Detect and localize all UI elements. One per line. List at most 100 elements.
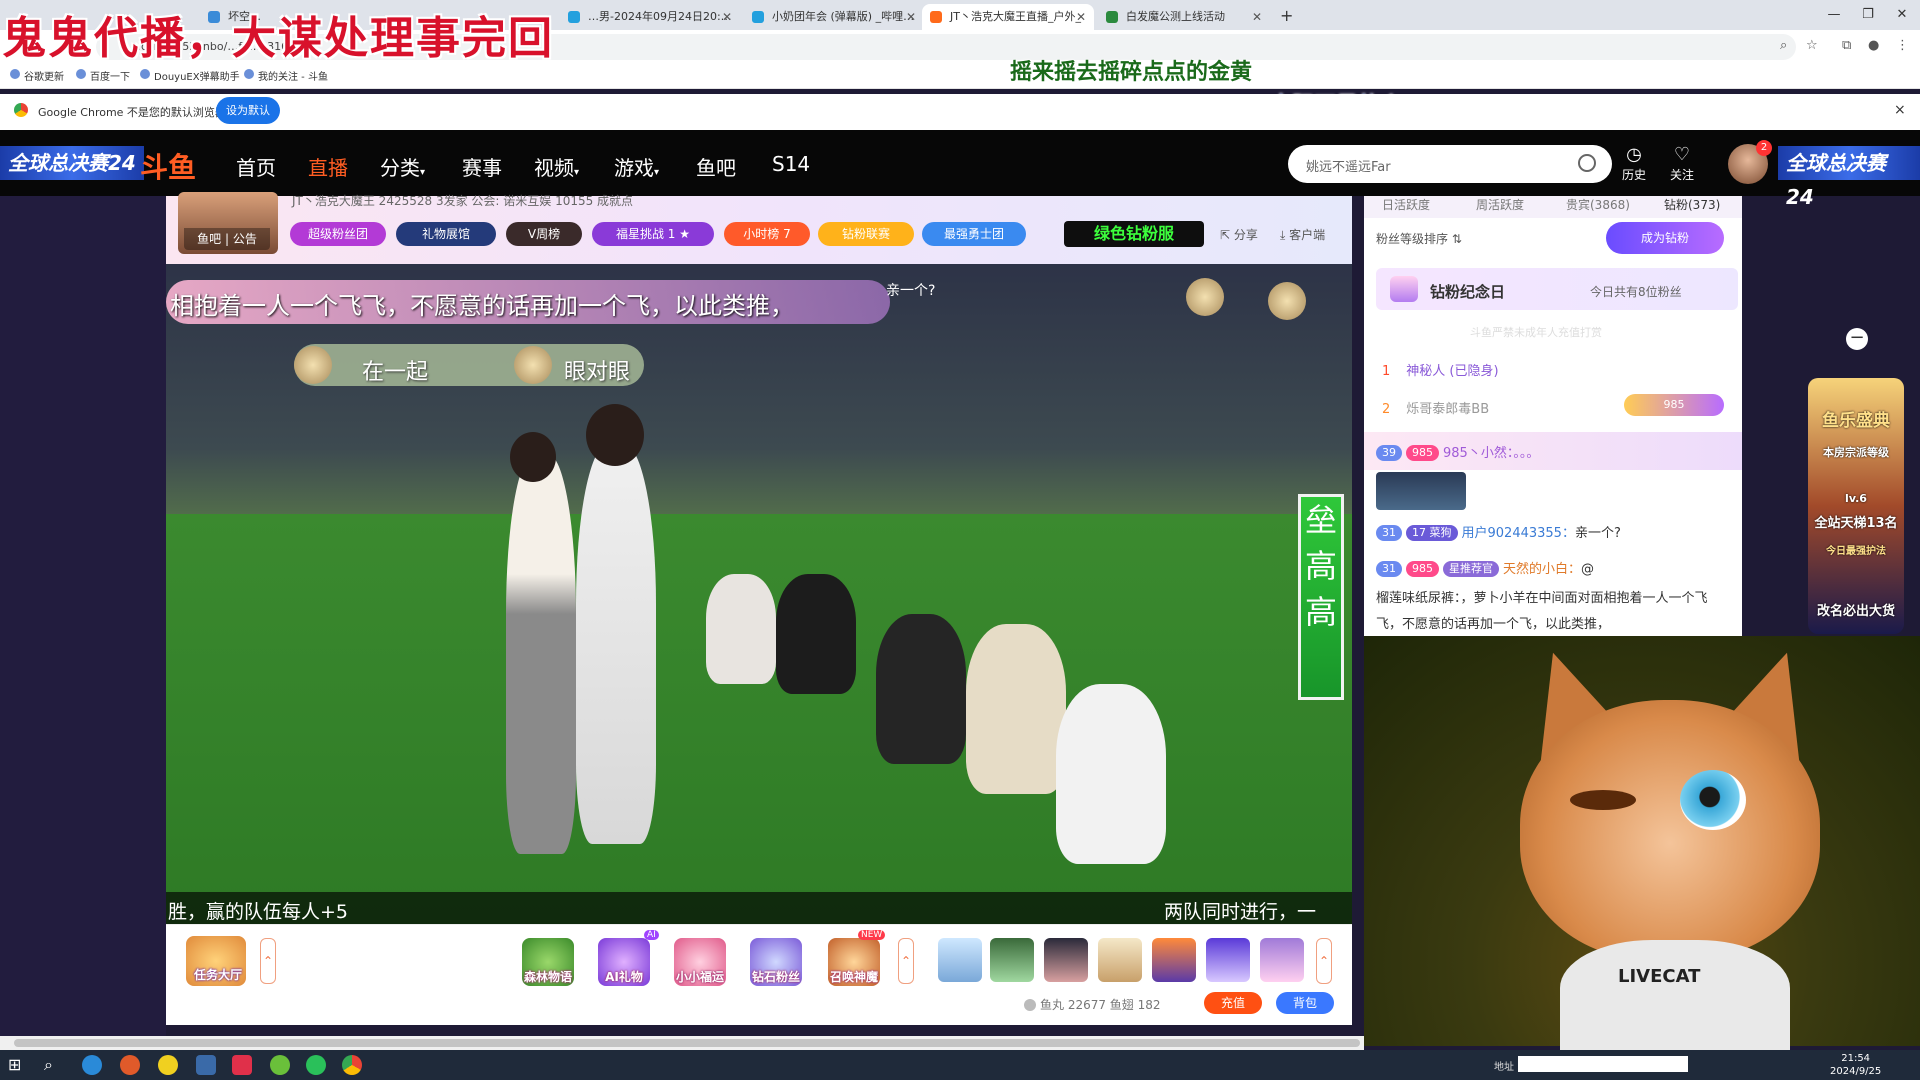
fan-sort-toggle[interactable]: 粉丝等级排序 ⇅ — [1376, 230, 1462, 247]
tab-diamond[interactable]: 钻粉(373) — [1664, 196, 1720, 213]
tab-close-icon[interactable]: ✕ — [906, 4, 916, 30]
bookmark-star-icon[interactable]: ☆ — [1806, 38, 1818, 53]
chat-message: 31 17 菜狗 用户902443355：亲一个? — [1376, 522, 1621, 541]
currency-balance: 鱼丸 22677 鱼翅 182 — [1024, 996, 1161, 1013]
expand-arrow-icon[interactable]: ⌃ — [1316, 938, 1332, 984]
widget-title: 鱼乐盛典 — [1822, 411, 1890, 431]
nav-video[interactable]: 视频▾ — [534, 152, 579, 181]
event-badge[interactable]: 全球总决赛24 — [0, 146, 144, 180]
clock-icon: ◷ — [1626, 144, 1642, 165]
rank-row[interactable]: 2 烁哥泰郎毒BB — [1382, 398, 1489, 417]
infobar-close-icon[interactable]: × — [1894, 102, 1906, 118]
gift-tile[interactable] — [938, 938, 982, 982]
video-caption-text: 相抱着一人一个飞飞，不愿意的话再加一个飞，以此类推， — [170, 292, 794, 320]
event-badge[interactable]: 全球总决赛24 — [1778, 146, 1920, 209]
history-button[interactable]: ◷ 历史 — [1614, 144, 1654, 183]
nav-live[interactable]: 直播 — [308, 152, 348, 181]
nav-home[interactable]: 首页 — [236, 152, 276, 181]
gift-tile[interactable] — [990, 938, 1034, 982]
taskbar-clock[interactable]: 21:54 2024/9/25 — [1830, 1052, 1881, 1078]
zoom-icon[interactable]: ⌕ — [1780, 38, 1787, 53]
browser-tab-active[interactable]: JT丶浩克大魔王直播_户外_ ✕ — [922, 4, 1094, 30]
minimize-button[interactable]: — — [1816, 0, 1852, 30]
medal-icon — [1268, 282, 1306, 320]
profile-icon[interactable]: ● — [1868, 38, 1879, 53]
app-icon[interactable] — [196, 1055, 216, 1075]
become-diamond-button[interactable]: 成为钻粉 — [1606, 222, 1724, 254]
set-default-button[interactable]: 设为默认 — [216, 97, 280, 124]
app-icon[interactable] — [232, 1055, 252, 1075]
tab-close-icon[interactable]: ✕ — [1076, 4, 1086, 30]
search-icon[interactable] — [1578, 154, 1596, 172]
scrollbar-thumb[interactable] — [14, 1039, 1360, 1047]
tab-close-icon[interactable]: ✕ — [1252, 4, 1262, 30]
bookmark-item[interactable]: 谷歌更新 — [10, 68, 64, 83]
douyu-logo[interactable]: 斗鱼 — [140, 146, 196, 186]
room-tabs[interactable]: 鱼吧 | 公告 — [184, 228, 270, 250]
tab-weekly[interactable]: 周活跃度 — [1476, 196, 1524, 213]
follow-button[interactable]: ♡ 关注 — [1662, 144, 1702, 183]
gift-label: 森林物语 — [523, 970, 572, 984]
ai-tag: AI — [644, 930, 659, 940]
extensions-icon[interactable]: ⧉ — [1842, 38, 1851, 53]
gift-tile[interactable] — [1098, 938, 1142, 982]
nav-games[interactable]: 游戏▾ — [614, 152, 659, 181]
lucky-challenge-pill[interactable]: 福星挑战 1 ★ — [592, 222, 714, 246]
fan-club-pill[interactable]: 超级粉丝团 — [290, 222, 386, 246]
hour-rank-pill[interactable]: 小时榜 7 — [724, 222, 810, 246]
bookmark-item[interactable]: 我的关注 - 斗鱼 — [244, 68, 328, 83]
video-side-banner: 垒高高 — [1298, 494, 1344, 700]
gift-tile[interactable] — [1044, 938, 1088, 982]
new-tab-button[interactable]: + — [1280, 6, 1293, 25]
video-label: 眼对眼 — [564, 360, 631, 385]
app-icon[interactable] — [120, 1055, 140, 1075]
gift-tile[interactable] — [1206, 938, 1250, 982]
green-diamond-pill[interactable]: 绿色钻粉服 — [1064, 221, 1204, 247]
share-button[interactable]: ⇱ 分享 — [1220, 226, 1258, 243]
browser-tab[interactable]: 白发魔公测上线活动 ✕ — [1098, 4, 1270, 30]
chat-message-long: 榴莲味纸尿裤：，萝卜小羊在中间面对面相抱着一人一个飞飞，不愿意的话再加一个飞，以… — [1376, 591, 1708, 632]
search-input[interactable]: 姚远不遥远Far — [1306, 156, 1391, 175]
menu-icon[interactable]: ⋮ — [1896, 38, 1909, 53]
task-hall-label[interactable]: 任务大厅 — [182, 966, 254, 983]
gift-tile[interactable] — [1152, 938, 1196, 982]
tab-daily[interactable]: 日活跃度 — [1382, 196, 1430, 213]
bookmark-item[interactable]: 百度一下 — [76, 68, 130, 83]
app-icon[interactable] — [158, 1055, 178, 1075]
restore-button[interactable]: ❐ — [1850, 0, 1886, 30]
browser-tab[interactable]: 小奶团年会 (弹幕版) _哔哩… ✕ — [744, 4, 924, 30]
collapse-button[interactable]: − — [1846, 328, 1868, 350]
rank-row[interactable]: 1 神秘人 (已隐身) — [1382, 360, 1499, 379]
expand-arrow-icon[interactable]: ⌃ — [260, 938, 276, 984]
expand-arrow-icon[interactable]: ⌃ — [898, 938, 914, 984]
chrome-icon[interactable] — [342, 1055, 362, 1075]
nav-s14[interactable]: S14 — [772, 152, 810, 176]
windows-start-icon[interactable]: ⊞ — [8, 1055, 28, 1075]
video-bottom-text: 胜，赢的队伍每人+5 — [168, 901, 349, 923]
weekly-rank-pill[interactable]: V周榜 — [506, 222, 582, 246]
nav-category[interactable]: 分类▾ — [380, 152, 425, 181]
search-icon[interactable]: ⌕ — [44, 1055, 64, 1075]
window-close-button[interactable]: ✕ — [1884, 0, 1920, 30]
client-button[interactable]: ⤓ 客户端 — [1280, 226, 1325, 243]
diamond-league-pill[interactable]: 钻粉联赛 — [818, 222, 914, 246]
wechat-icon[interactable] — [306, 1055, 326, 1075]
tab-vip[interactable]: 贵宾(3868) — [1566, 196, 1630, 213]
warrior-group-pill[interactable]: 最强勇士团 — [922, 222, 1026, 246]
gift-hall-pill[interactable]: 礼物展馆 — [396, 222, 496, 246]
app-icon[interactable] — [270, 1055, 290, 1075]
browser-tab[interactable]: …男-2024年09月24日20:… ✕ — [560, 4, 740, 30]
chrome-logo-icon — [14, 103, 28, 117]
edge-icon[interactable] — [82, 1055, 102, 1075]
recharge-button[interactable]: 充值 — [1204, 992, 1262, 1014]
backpack-button[interactable]: 背包 — [1276, 992, 1334, 1014]
bookmark-item[interactable]: DouyuEX弹幕助手 — [140, 68, 240, 83]
memorial-title: 钻粉纪念日 — [1430, 283, 1506, 301]
nav-fishbar[interactable]: 鱼吧 — [696, 152, 736, 181]
gift-tile[interactable] — [1260, 938, 1304, 982]
nav-events[interactable]: 赛事 — [462, 152, 502, 181]
infobar-message: Google Chrome 不是您的默认浏览器 — [38, 106, 226, 119]
tab-close-icon[interactable]: ✕ — [722, 4, 732, 30]
taskbar-address-input[interactable] — [1518, 1056, 1688, 1072]
widget-guard: 今日最强护法 — [1826, 546, 1886, 557]
